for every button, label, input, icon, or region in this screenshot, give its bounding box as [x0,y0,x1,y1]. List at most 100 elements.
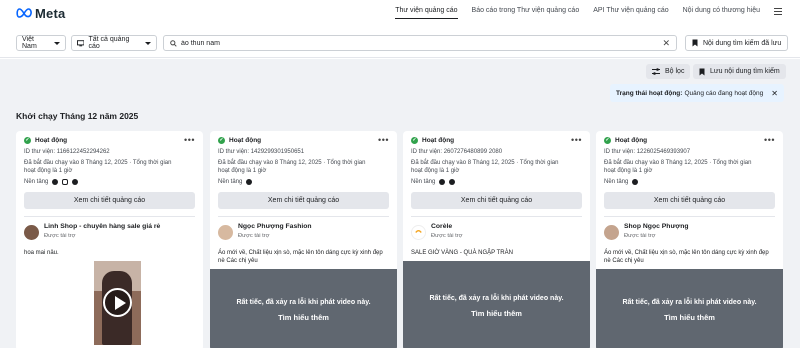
search-icon [170,39,177,47]
ad-video-thumbnail[interactable] [94,261,141,345]
advertiser-name[interactable]: Shop Ngọc Phượng [624,223,689,230]
advertiser-name[interactable]: Linh Shop - chuyên hàng sale giá rẻ [44,223,160,230]
run-info: Đã bắt đầu chạy vào 8 Tháng 12, 2025 · T… [218,160,366,174]
run-info: Đã bắt đầu chạy vào 8 Tháng 12, 2025 · T… [24,160,172,174]
bookmark-icon [692,39,698,47]
more-options-icon[interactable]: ••• [571,135,582,145]
status-label: Hoạt động [422,137,455,144]
advertiser-name[interactable]: Corèle [431,223,462,230]
advertiser[interactable]: Linh Shop - chuyên hàng sale giá rẻ Được… [24,223,195,243]
video-error-message: Rất tiếc, đã xảy ra lỗi khi phát video n… [622,298,757,306]
search-input[interactable] [181,39,651,47]
platforms: Nền tảng [24,179,195,185]
play-icon[interactable] [103,288,132,317]
learn-more-link[interactable]: Tìm hiểu thêm [278,313,329,322]
more-options-icon[interactable]: ••• [764,135,775,145]
platforms-label: Nền tảng [604,179,629,185]
more-options-icon[interactable]: ••• [378,135,389,145]
status-badge: ✓ Hoạt động [604,137,775,144]
country-select[interactable]: Việt Nam [16,35,66,51]
check-circle-icon: ✓ [411,137,418,144]
ad-card: ✓ Hoạt động ••• ID thư viện: 12260254693… [596,131,783,348]
section-title: Khởi chạy Tháng 12 năm 2025 [16,111,139,121]
facebook-icon [246,179,253,185]
status-badge: ✓ Hoạt động [218,137,389,144]
messenger-icon [72,179,79,185]
filter-bar: Việt Nam Tất cả quảng cáo ✕ Nội dung tìm… [0,26,800,58]
nav-link-ad-library-report[interactable]: Báo cáo trong Thư viện quảng cáo [472,7,580,19]
status-label: Hoạt động [615,137,648,144]
divider [24,216,195,217]
advertiser[interactable]: Ngọc Phượng Fashion Được tài trợ [218,223,389,243]
status-label: Hoạt động [35,137,68,144]
nav-link-ad-library-api[interactable]: API Thư viện quảng cáo [593,7,668,19]
check-circle-icon: ✓ [24,137,31,144]
brand-logo-icon [415,229,422,233]
platforms: Nền tảng [604,179,775,185]
platforms-label: Nền tảng [411,179,436,185]
remove-filter-icon[interactable]: ✕ [771,89,778,98]
more-options-icon[interactable]: ••• [184,135,195,145]
nav-link-branded-content[interactable]: Nội dung có thương hiệu [683,7,760,19]
sponsored-label: Được tài trợ [431,233,463,239]
run-info: Đã bắt đầu chạy vào 8 Tháng 12, 2025 · T… [411,160,559,174]
view-ad-details-button[interactable]: Xem chi tiết quảng cáo [218,192,389,209]
saved-searches-button[interactable]: Nội dung tìm kiếm đã lưu [685,35,789,51]
status-badge: ✓ Hoạt động [411,137,582,144]
avatar [411,225,426,240]
advertiser-name[interactable]: Ngọc Phượng Fashion [238,223,312,230]
filters-button-label: Bộ lọc [665,68,685,75]
ad-card: ✓ Hoạt động ••• ID thư viện: 26072764808… [403,131,590,348]
video-error: Rất tiếc, đã xảy ra lỗi khi phát video n… [210,269,397,348]
divider [218,216,389,217]
nav-link-ad-library[interactable]: Thư viện quảng cáo [395,7,458,19]
meta-logo[interactable]: Meta [16,5,65,21]
clear-search-icon[interactable]: ✕ [662,38,670,48]
video-error-message: Rất tiếc, đã xảy ra lỗi khi phát video n… [236,298,371,306]
ad-body-text: SALE GIỜ VÀNG - QUÀ NGẬP TRÀN [411,250,513,256]
video-error-message: Rất tiếc, đã xảy ra lỗi khi phát video n… [429,294,564,302]
ad-body-text: hoa mai nâu. [24,250,59,256]
instagram-icon [62,179,69,185]
view-ad-details-button[interactable]: Xem chi tiết quảng cáo [411,192,582,209]
avatar [24,225,39,240]
library-id: ID thư viện: 2607276480899 2080 [411,149,503,155]
filters-button[interactable]: Bộ lọc [646,64,691,79]
library-id: ID thư viện: 1226025469393907 [604,149,691,155]
ad-card: ✓ Hoạt động ••• ID thư viện: 14292993019… [210,131,397,348]
sponsored-label: Được tài trợ [238,233,270,239]
avatar [218,225,233,240]
ad-body-text: Áo mới về, Chất liệu xịn sò, mặc lên tôn… [218,250,383,264]
run-info: Đã bắt đầu chạy vào 8 Tháng 12, 2025 · T… [604,160,752,174]
ad-category-select[interactable]: Tất cả quảng cáo [71,35,157,51]
sponsored-label: Được tài trợ [624,233,656,239]
advertiser[interactable]: Corèle Được tài trợ [411,223,582,243]
view-ad-details-button[interactable]: Xem chi tiết quảng cáo [24,192,195,209]
platforms-label: Nền tảng [218,179,243,185]
results-area: Bộ lọc Lưu nội dung tìm kiếm Trạng thái … [0,59,800,348]
messenger-icon [449,179,456,185]
sponsored-label: Được tài trợ [44,233,76,239]
top-nav: Meta Thư viện quảng cáo Báo cáo trong Th… [0,0,800,26]
menu-icon[interactable] [774,8,782,15]
meta-infinity-icon [16,8,32,18]
active-status-filter-chip: Trạng thái hoạt động: Quảng cáo đang hoạ… [610,84,784,102]
country-select-value: Việt Nam [22,36,37,50]
monitor-icon [77,39,85,46]
learn-more-link[interactable]: Tìm hiểu thêm [471,309,522,318]
bookmark-icon [699,68,705,75]
search-box: ✕ [163,35,677,51]
status-badge: ✓ Hoạt động [24,137,195,144]
ad-category-value: Tất cả quảng cáo [88,36,130,50]
view-ad-details-button[interactable]: Xem chi tiết quảng cáo [604,192,775,209]
learn-more-link[interactable]: Tìm hiểu thêm [664,313,715,322]
check-circle-icon: ✓ [218,137,225,144]
platforms: Nền tảng [218,179,389,185]
save-search-button[interactable]: Lưu nội dung tìm kiếm [693,64,786,79]
check-circle-icon: ✓ [604,137,611,144]
advertiser[interactable]: Shop Ngọc Phượng Được tài trợ [604,223,775,243]
ad-body-text: Áo mới về, Chất liệu xịn sò, mặc lên tôn… [604,250,769,264]
divider [411,216,582,217]
library-id: ID thư viện: 1166122452294262 [24,149,110,155]
facebook-icon [52,179,59,185]
